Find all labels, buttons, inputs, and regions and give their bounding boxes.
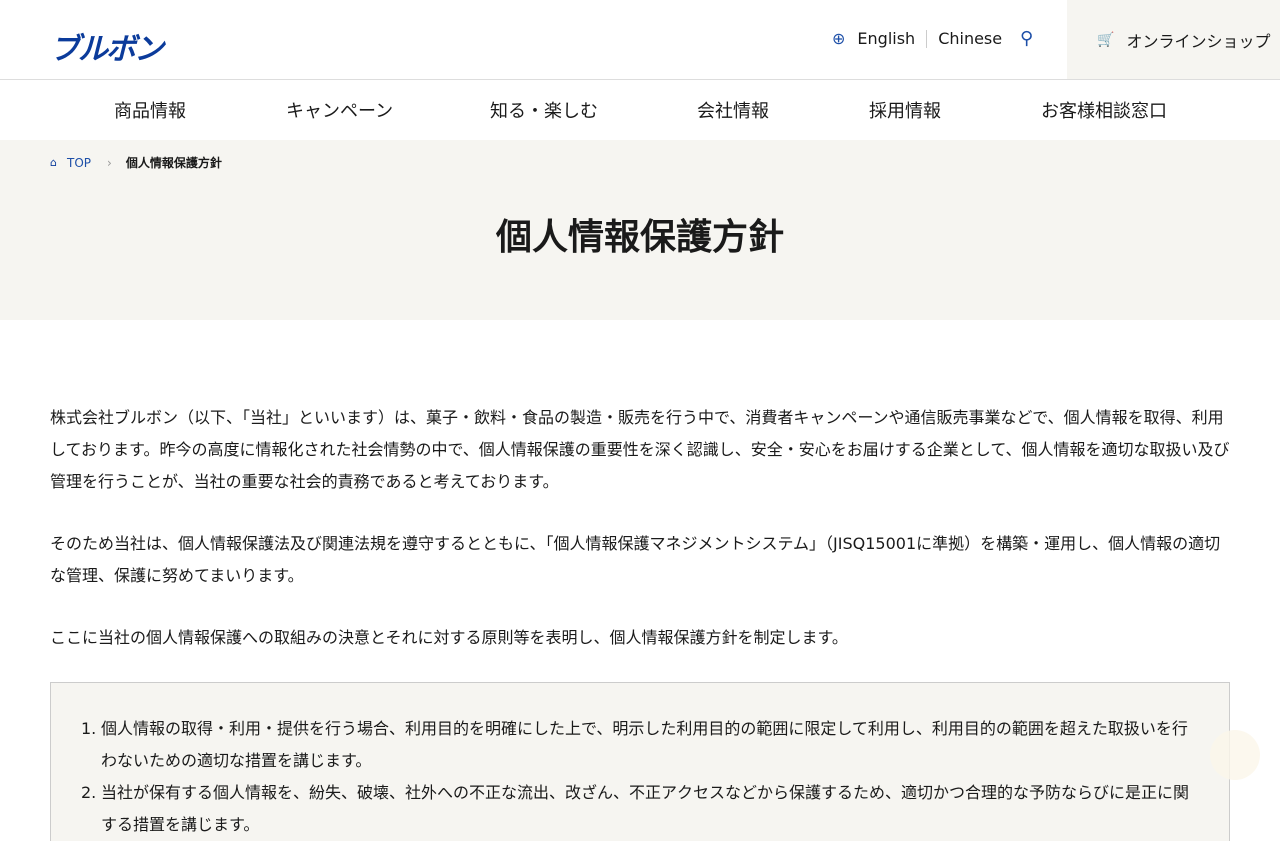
- nav-item-company[interactable]: 会社情報: [697, 97, 769, 123]
- cart-icon: 🛒: [1097, 31, 1115, 48]
- breadcrumb-top-link[interactable]: TOP: [67, 156, 91, 170]
- site-header: ブルボン ⊕ English Chinese ⚲ 🛒 オンラインショップ: [0, 0, 1280, 80]
- lang-english-link[interactable]: English: [857, 29, 915, 48]
- item-text: 当社が保有する個人情報を、紛失、破壊、社外への不正な流出、改ざん、不正アクセスな…: [101, 783, 1190, 834]
- item-number: 1.: [81, 719, 97, 738]
- main-nav: 商品情報 キャンペーン 知る・楽しむ 会社情報 採用情報 お客様相談窓口: [0, 80, 1280, 140]
- globe-icon: ⊕: [832, 29, 846, 48]
- page-title: 個人情報保護方針: [495, 217, 784, 258]
- home-icon: ⌂: [50, 156, 57, 169]
- intro-paragraph: ここに当社の個人情報保護への取組みの決意とそれに対する原則等を表明し、個人情報保…: [50, 628, 848, 647]
- online-shop-button[interactable]: 🛒 オンラインショップ: [1067, 0, 1280, 79]
- brand-logo[interactable]: ブルボン: [50, 24, 164, 68]
- online-shop-label: オンラインショップ: [1126, 31, 1271, 51]
- item-text: 個人情報の取得・利用・提供を行う場合、利用目的を明確にした上で、明示した利用目的…: [101, 719, 1188, 770]
- chevron-right-icon: ›: [107, 155, 112, 170]
- nav-item-campaign[interactable]: キャンペーン: [286, 97, 393, 123]
- intro-paragraph: そのため当社は、個人情報保護法及び関連法規を遵守するとともに、「個人情報保護マネ…: [50, 534, 1221, 585]
- breadcrumb: ⌂ TOP › 個人情報保護方針: [50, 154, 222, 171]
- search-icon[interactable]: ⚲: [1020, 28, 1033, 49]
- nav-item-support[interactable]: お客様相談窓口: [1041, 97, 1167, 123]
- nav-item-learn-enjoy[interactable]: 知る・楽しむ: [490, 97, 598, 123]
- page-top-button[interactable]: [1210, 730, 1260, 780]
- intro-paragraph: 株式会社ブルボン（以下、「当社」といいます）は、菓子・飲料・食品の製造・販売を行…: [50, 408, 1230, 491]
- policy-list: 1. 個人情報の取得・利用・提供を行う場合、利用目的を明確にした上で、明示した利用…: [50, 682, 1230, 841]
- lang-chinese-link[interactable]: Chinese: [938, 29, 1002, 48]
- page-hero: ⌂ TOP › 個人情報保護方針 個人情報保護方針: [0, 140, 1280, 320]
- item-number: 2.: [81, 783, 97, 802]
- breadcrumb-current: 個人情報保護方針: [125, 156, 222, 170]
- policy-item: 1. 個人情報の取得・利用・提供を行う場合、利用目的を明確にした上で、明示した利用…: [81, 713, 1199, 777]
- divider: [926, 29, 928, 48]
- main-content: 株式会社ブルボン（以下、「当社」といいます）は、菓子・飲料・食品の製造・販売を行…: [0, 320, 1280, 841]
- nav-item-products[interactable]: 商品情報: [114, 97, 186, 123]
- policy-item: 2. 当社が保有する個人情報を、紛失、破壊、社外への不正な流出、改ざん、不正アクセ…: [81, 777, 1199, 841]
- language-switcher: ⊕ English Chinese: [832, 29, 1002, 48]
- nav-item-recruit[interactable]: 採用情報: [869, 97, 941, 123]
